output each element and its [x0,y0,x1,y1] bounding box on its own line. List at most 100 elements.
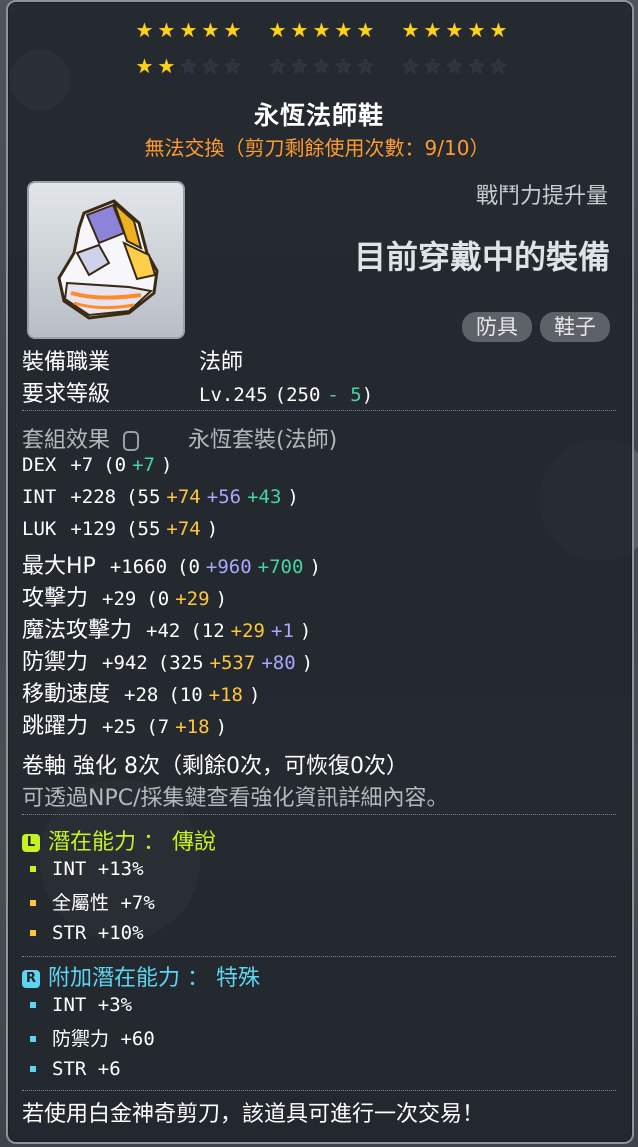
lock-icon [123,431,140,451]
stat-part: +700 [257,556,304,578]
stat-total: +1660 [109,556,168,578]
stat-row: INT +228 (55 +74 +56 +43) [22,484,299,509]
stat-name: 防禦力 [22,650,89,675]
level-value: Lv.245 [199,384,268,406]
job-label: 裝備職業 [22,350,111,375]
bullet-icon [30,1036,36,1042]
potential-line-text: INT +3% [52,994,133,1016]
potential-line: 全屬性 +7% [30,888,155,915]
potential-line-text: 全屬性 +7% [52,892,155,914]
divider [22,814,616,815]
star-empty-icon: ★ [312,54,331,78]
job-row: 裝備職業 法師 [22,344,243,376]
legendary-badge-icon: L [22,834,40,852]
stat-part: (0 [103,454,127,476]
stat-row: 跳躍力 +25 (7 +18) [22,708,227,740]
stat-row: 防禦力 +942 (325 +537 +80) [22,644,313,676]
star-filled-icon: ★ [467,18,486,42]
stat-part: +29 [175,588,210,610]
item-name: 永恆法師鞋 [253,101,384,130]
stat-row: 最大HP +1660 (0 +960 +700) [22,548,321,580]
level-row: 要求等級 Lv.245 (250 - 5) [22,376,373,408]
stat-part: +18 [175,716,210,738]
stat-part: ) [215,588,228,610]
star-empty-icon: ★ [334,54,353,78]
star-filled-icon: ★ [135,18,154,42]
stat-row: LUK +129 (55 +74) [22,516,218,541]
stat-part: ) [299,620,312,642]
star-empty-icon: ★ [445,54,464,78]
item-icon-frame [27,181,185,339]
tag-armor: 防具 [462,312,532,342]
stat-row: 移動速度 +28 (10 +18) [22,676,260,708]
stat-total: +129 [70,518,117,540]
star-group: ★ ★ ★ ★ ★ [134,20,243,41]
star-empty-icon: ★ [423,54,442,78]
stat-part: +1 [271,620,294,642]
star-empty-icon: ★ [223,54,242,78]
stat-total: +29 [102,588,137,610]
stat-part: +29 [230,620,265,642]
stat-part: ) [215,716,228,738]
stat-name: 攻擊力 [22,586,89,611]
bullet-icon [30,1002,36,1008]
divider [22,956,616,957]
star-group: ★ ★ ★ ★ ★ [267,56,376,77]
boots-icon [57,199,159,320]
star-empty-icon: ★ [268,54,287,78]
combat-power-label: 戰鬥力提升量 [475,184,608,209]
scroll-hint: 可透過NPC/採集鍵查看強化資訊詳細內容。 [22,786,449,811]
set-effect-label: 套組效果 [22,428,111,453]
tag-shoes: 鞋子 [540,312,610,342]
level-label: 要求等級 [22,382,111,407]
stat-total: +7 [70,454,94,476]
stat-part: ) [309,556,321,578]
potential-line-text: INT +13% [52,858,144,880]
job-value: 法師 [199,350,244,375]
stat-total: +28 [124,684,159,706]
star-filled-icon: ★ [157,18,176,42]
star-empty-icon: ★ [356,54,375,78]
stat-part: ) [287,486,299,508]
rare-badge-icon: R [22,970,40,988]
star-filled-icon: ★ [445,18,464,42]
star-filled-icon: ★ [135,54,154,78]
stat-name: 魔法攻擊力 [22,618,133,643]
star-empty-icon: ★ [201,54,220,78]
stat-part: +43 [247,486,282,508]
stat-part: (0 [146,588,170,610]
potential-title: 潛在能力 ： 傳說 [48,830,216,855]
star-filled-icon: ★ [268,18,287,42]
star-group: ★ ★ ★ ★ ★ [267,20,376,41]
equipped-text: 目前穿戴中的裝備 [353,238,610,276]
stat-part: (7 [146,716,170,738]
stat-row: 攻擊力 +29 (0 +29) [22,580,227,612]
potential-line-text: STR +6 [52,1058,121,1080]
star-filled-icon: ★ [290,18,309,42]
stat-part: +537 [209,652,256,674]
stat-part: ) [206,518,219,540]
star-filled-icon: ★ [223,18,242,42]
star-force-row-1: ★ ★ ★ ★ ★ ★ ★ ★ ★ ★ ★ ★ ★ ★ ★ [134,20,509,41]
stat-total: +42 [146,620,181,642]
star-group: ★ ★ ★ ★ ★ [134,56,243,77]
potential-header: L 潛在能力 ： 傳說 [22,824,216,856]
stat-part: ) [301,652,314,674]
star-empty-icon: ★ [467,54,486,78]
stat-part: +74 [166,486,201,508]
stat-name: LUK [22,518,57,540]
stat-part: (12 [190,620,225,642]
stat-part: (325 [157,652,204,674]
bullet-icon [30,930,36,936]
star-filled-icon: ★ [401,18,420,42]
level-base: (250 [274,384,321,406]
scroll-upgrade-line: 卷軸 強化 8次（剩餘0次，可恢復0次） [22,754,408,779]
set-effect-row[interactable]: 套組效果 永恆套裝(法師) [22,422,337,454]
divider [22,1090,616,1091]
stat-row: 魔法攻擊力 +42 (12 +29 +1) [22,612,311,644]
additional-potential-header: R 附加潛在能力 ： 特殊 [22,960,260,992]
star-filled-icon: ★ [356,18,375,42]
bullet-icon [30,900,36,906]
stat-total: +942 [102,652,148,674]
stat-part: (55 [126,486,161,508]
